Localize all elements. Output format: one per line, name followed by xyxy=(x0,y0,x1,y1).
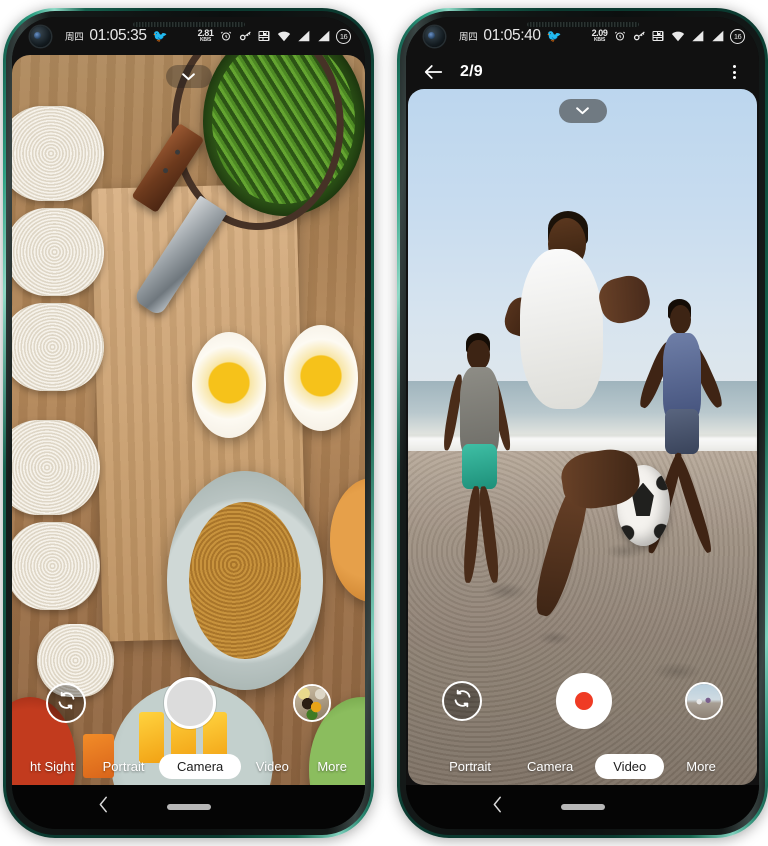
mode-portrait-right[interactable]: Portrait xyxy=(435,754,505,779)
alarm-icon xyxy=(614,30,626,42)
expand-settings-button-left[interactable] xyxy=(165,65,212,88)
status-clock-group: 周四 01:05:40 🐦 xyxy=(459,27,562,45)
camera-viewfinder-left[interactable]: ht Sight Portrait Camera Video More xyxy=(12,55,365,785)
camera-viewfinder-right[interactable]: Portrait Camera Video More xyxy=(406,89,759,785)
status-clock-group: 周四 01:05:35 🐦 xyxy=(65,27,168,45)
thumbnail-image xyxy=(687,684,721,718)
camera-mode-strip-left: ht Sight Portrait Camera Video More xyxy=(12,754,365,779)
mode-video-left[interactable]: Video xyxy=(242,754,303,779)
mode-video-right[interactable]: Video xyxy=(595,754,665,779)
wifi-icon xyxy=(277,30,291,42)
camera-controls-right xyxy=(408,673,757,729)
system-nav-bar-right xyxy=(406,785,759,829)
qr-icon xyxy=(258,30,270,42)
mode-portrait-left[interactable]: Portrait xyxy=(89,754,159,779)
phone-screen-left: 周四 01:05:35 🐦 2.81 KB/S 16 ht Sight Port… xyxy=(12,17,365,829)
chevron-down-icon xyxy=(575,102,590,120)
expand-settings-button-right[interactable] xyxy=(558,99,607,123)
mode-more-right[interactable]: More xyxy=(672,754,730,779)
mode-camera-right[interactable]: Camera xyxy=(513,754,587,779)
mode-more-left[interactable]: More xyxy=(303,754,361,779)
key-icon xyxy=(239,30,252,42)
viewfinder-image-beach-football: Portrait Camera Video More xyxy=(408,89,757,785)
record-button-right[interactable] xyxy=(555,673,612,729)
switch-camera-icon xyxy=(452,688,473,714)
status-icons-group: 2.81 KB/S 16 xyxy=(198,28,351,44)
chevron-down-icon xyxy=(181,68,196,86)
shutter-button-left[interactable] xyxy=(163,677,216,729)
status-time: 01:05:35 xyxy=(89,27,147,44)
nav-home-handle[interactable] xyxy=(166,804,211,810)
earpiece-grille-icon xyxy=(132,22,245,27)
wifi-icon xyxy=(671,30,685,42)
mode-night-sight-left[interactable]: ht Sight xyxy=(16,754,88,779)
bird-icon: 🐦 xyxy=(546,29,562,43)
status-icons-group: 2.09 KB/S 16 xyxy=(592,28,745,44)
phone-screen-right: 周四 01:05:40 🐦 2.09 KB/S 16 2/9 Portrait … xyxy=(406,17,759,829)
nav-back-icon[interactable] xyxy=(98,796,109,819)
key-icon xyxy=(633,30,646,42)
nav-back-icon[interactable] xyxy=(492,796,503,819)
front-camera-icon xyxy=(30,25,51,47)
switch-camera-button-right[interactable] xyxy=(442,681,482,721)
signal-icon xyxy=(297,30,310,42)
app-bar-right: 2/9 xyxy=(406,55,759,89)
earpiece-grille-icon xyxy=(526,22,639,27)
status-time: 01:05:40 xyxy=(483,27,541,44)
screenshot-stage: 周四 01:05:35 🐦 2.81 KB/S 16 ht Sight Port… xyxy=(0,0,768,846)
back-arrow-button[interactable] xyxy=(422,61,444,83)
scene-food-flatlay xyxy=(12,55,365,785)
bird-icon: 🐦 xyxy=(152,29,168,43)
switch-camera-button-left[interactable] xyxy=(46,683,86,723)
camera-mode-strip-right: Portrait Camera Video More xyxy=(408,754,757,779)
phone-device-right: 周四 01:05:40 🐦 2.09 KB/S 16 2/9 Portrait … xyxy=(397,8,768,838)
battery-indicator: 16 xyxy=(730,28,745,44)
signal2-icon xyxy=(317,30,330,42)
phone-bezel: 周四 01:05:40 🐦 2.09 KB/S 16 2/9 Portrait … xyxy=(400,11,765,835)
thumbnail-image xyxy=(295,686,329,720)
nav-home-handle[interactable] xyxy=(560,804,605,810)
status-day: 周四 xyxy=(459,32,478,43)
signal2-icon xyxy=(711,30,724,42)
alarm-icon xyxy=(220,30,232,42)
qr-icon xyxy=(652,30,664,42)
switch-camera-icon xyxy=(56,690,77,716)
kebab-menu-icon[interactable] xyxy=(725,61,743,83)
network-speed-unit: KB/S xyxy=(593,37,606,44)
network-speed-unit: KB/S xyxy=(199,37,212,44)
camera-controls-left xyxy=(12,677,365,729)
video-thumbnail-right[interactable] xyxy=(685,682,723,720)
photo-thumbnail-left[interactable] xyxy=(293,684,331,722)
battery-indicator: 16 xyxy=(336,28,351,44)
phone-bezel: 周四 01:05:35 🐦 2.81 KB/S 16 ht Sight Port… xyxy=(6,11,371,835)
phone-device-left: 周四 01:05:35 🐦 2.81 KB/S 16 ht Sight Port… xyxy=(3,8,374,838)
system-nav-bar-left xyxy=(12,785,365,829)
status-day: 周四 xyxy=(65,32,84,43)
front-camera-icon xyxy=(424,25,445,47)
signal-icon xyxy=(691,30,704,42)
mode-camera-left[interactable]: Camera xyxy=(159,754,242,779)
page-title: 2/9 xyxy=(460,63,483,80)
record-dot-icon xyxy=(574,692,593,710)
network-speed-indicator: 2.81 KB/S xyxy=(198,28,214,44)
viewfinder-image-food-flatlay: ht Sight Portrait Camera Video More xyxy=(12,55,365,785)
network-speed-indicator: 2.09 KB/S xyxy=(592,28,608,44)
